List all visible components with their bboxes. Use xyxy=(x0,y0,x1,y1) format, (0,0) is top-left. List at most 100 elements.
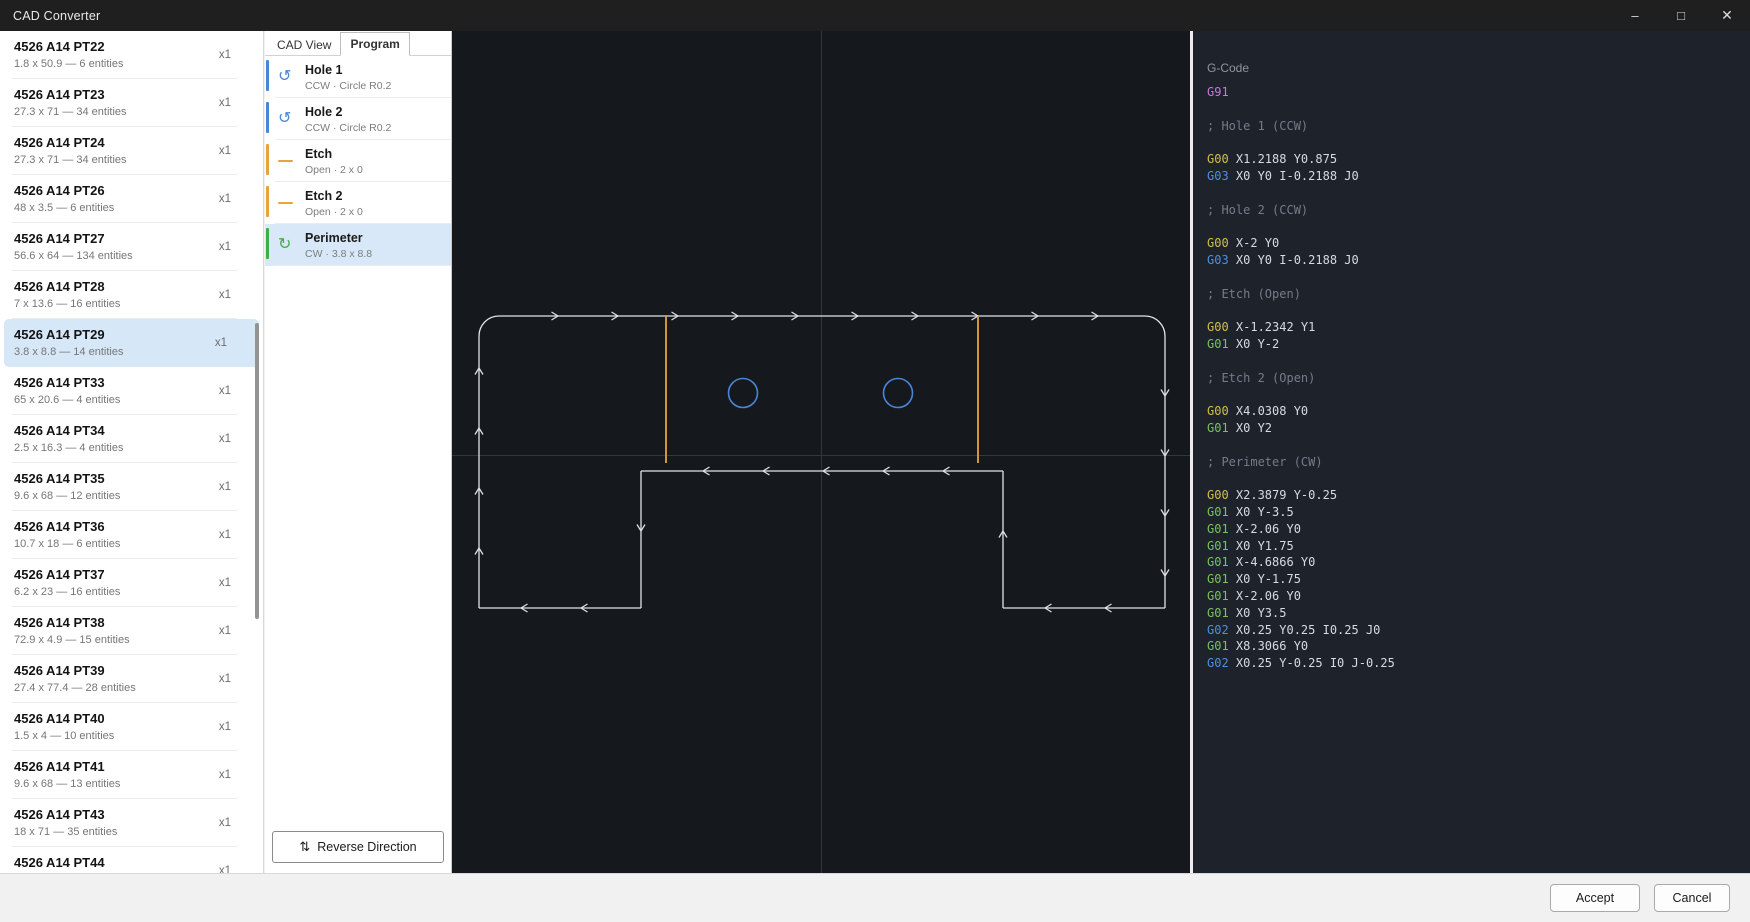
part-list-item[interactable]: 4526 A14 PT28 7 x 13.6 — 16 entities x1 xyxy=(0,271,263,319)
reverse-direction-label: Reverse Direction xyxy=(317,840,416,854)
part-list-item[interactable]: 4526 A14 PT38 72.9 x 4.9 — 15 entities x… xyxy=(0,607,263,655)
part-list-item[interactable]: 4526 A14 PT33 65 x 20.6 — 4 entities x1 xyxy=(0,367,263,415)
part-name: 4526 A14 PT28 xyxy=(14,278,251,295)
operation-item[interactable]: ↺ Hole 1 CCW · Circle R0.2 xyxy=(265,56,451,98)
part-meta: 65 x 20.6 — 4 entities xyxy=(14,393,251,408)
part-qty: x1 xyxy=(219,433,231,445)
operation-item[interactable]: Etch Open · 2 x 0 xyxy=(265,140,451,182)
part-meta: 72.9 x 4.9 — 15 entities xyxy=(14,633,251,648)
part-list-item[interactable]: 4526 A14 PT39 27.4 x 77.4 — 28 entities … xyxy=(0,655,263,703)
minimize-button[interactable]: – xyxy=(1612,0,1658,31)
program-panel: CAD View Program ↺ Hole 1 CCW · Circle R… xyxy=(265,31,452,873)
part-meta: 1.8 x 50.9 — 6 entities xyxy=(14,57,251,72)
part-name: 4526 A14 PT44 xyxy=(14,854,251,871)
part-meta: 27.3 x 71 — 34 entities xyxy=(14,153,251,168)
operation-direction-icon xyxy=(278,160,293,162)
part-name: 4526 A14 PT34 xyxy=(14,422,251,439)
parts-list: 4526 A14 PT22 1.8 x 50.9 — 6 entities x1… xyxy=(0,31,263,873)
part-name: 4526 A14 PT41 xyxy=(14,758,251,775)
operation-meta: Open · 2 x 0 xyxy=(305,205,447,219)
hole-circle-1 xyxy=(729,379,758,408)
part-list-item[interactable]: 4526 A14 PT43 18 x 71 — 35 entities x1 xyxy=(0,799,263,847)
reverse-direction-button[interactable]: ⇅ Reverse Direction xyxy=(272,831,444,863)
operation-meta: CCW · Circle R0.2 xyxy=(305,79,447,93)
operation-item[interactable]: ↻ Perimeter CW · 3.8 x 8.8 xyxy=(265,224,451,266)
part-list-item[interactable]: 4526 A14 PT24 27.3 x 71 — 34 entities x1 xyxy=(0,127,263,175)
part-name: 4526 A14 PT39 xyxy=(14,662,251,679)
operation-meta: CW · 3.8 x 8.8 xyxy=(305,247,447,261)
operation-direction-icon: ↺ xyxy=(278,111,291,127)
tab-program[interactable]: Program xyxy=(340,32,409,56)
part-list-item[interactable]: 4526 A14 PT36 10.7 x 18 — 6 entities x1 xyxy=(0,511,263,559)
part-qty: x1 xyxy=(219,49,231,61)
part-meta: 10.7 x 18 — 6 entities xyxy=(14,537,251,552)
operation-color-bar xyxy=(266,228,269,259)
tab-cad-view[interactable]: CAD View xyxy=(268,34,340,56)
part-qty: x1 xyxy=(219,97,231,109)
part-name: 4526 A14 PT38 xyxy=(14,614,251,631)
part-name: 4526 A14 PT33 xyxy=(14,374,251,391)
part-name: 4526 A14 PT35 xyxy=(14,470,251,487)
title-bar: CAD Converter – □ ✕ xyxy=(0,0,1750,31)
part-meta: 56.6 x 64 — 134 entities xyxy=(14,249,251,264)
cancel-button[interactable]: Cancel xyxy=(1654,884,1730,912)
operation-direction-icon: ↻ xyxy=(278,237,291,253)
operation-item[interactable]: Etch 2 Open · 2 x 0 xyxy=(265,182,451,224)
part-qty: x1 xyxy=(219,241,231,253)
sidebar-scrollbar[interactable] xyxy=(255,323,259,619)
operation-color-bar xyxy=(266,60,269,91)
part-meta: 1.5 x 4 — 10 entities xyxy=(14,729,251,744)
operation-direction-icon xyxy=(278,202,293,204)
part-meta: 3.8 x 8.8 — 14 entities xyxy=(14,345,247,360)
part-qty: x1 xyxy=(219,769,231,781)
part-qty: x1 xyxy=(219,673,231,685)
part-qty: x1 xyxy=(219,865,231,873)
operation-name: Hole 1 xyxy=(305,62,447,78)
cad-drawing xyxy=(452,31,1190,873)
part-name: 4526 A14 PT43 xyxy=(14,806,251,823)
operation-direction-icon: ↺ xyxy=(278,69,291,85)
part-meta: 7 x 13.6 — 16 entities xyxy=(14,297,251,312)
part-meta: 9.6 x 68 — 12 entities xyxy=(14,489,251,504)
operation-name: Hole 2 xyxy=(305,104,447,120)
accept-button[interactable]: Accept xyxy=(1550,884,1640,912)
part-qty: x1 xyxy=(219,577,231,589)
operation-meta: Open · 2 x 0 xyxy=(305,163,447,177)
part-meta: 2.5 x 16.3 — 4 entities xyxy=(14,441,251,456)
operation-item[interactable]: ↺ Hole 2 CCW · Circle R0.2 xyxy=(265,98,451,140)
close-button[interactable]: ✕ xyxy=(1704,0,1750,31)
operation-name: Etch xyxy=(305,146,447,162)
operations-list: ↺ Hole 1 CCW · Circle R0.2 ↺ Hole 2 CCW … xyxy=(265,56,451,266)
part-list-item[interactable]: 4526 A14 PT26 48 x 3.5 — 6 entities x1 xyxy=(0,175,263,223)
part-list-item[interactable]: 4526 A14 PT37 6.2 x 23 — 16 entities x1 xyxy=(0,559,263,607)
operation-color-bar xyxy=(266,102,269,133)
part-qty: x1 xyxy=(219,721,231,733)
part-list-item[interactable]: 4526 A14 PT40 1.5 x 4 — 10 entities x1 xyxy=(0,703,263,751)
part-qty: x1 xyxy=(219,289,231,301)
part-qty: x1 xyxy=(219,145,231,157)
maximize-button[interactable]: □ xyxy=(1658,0,1704,31)
part-meta: 27.3 x 71 — 34 entities xyxy=(14,105,251,120)
part-list-item[interactable]: 4526 A14 PT34 2.5 x 16.3 — 4 entities x1 xyxy=(0,415,263,463)
part-qty: x1 xyxy=(219,481,231,493)
part-qty: x1 xyxy=(219,529,231,541)
part-qty: x1 xyxy=(215,337,227,349)
part-list-item[interactable]: 4526 A14 PT29 3.8 x 8.8 — 14 entities x1 xyxy=(4,319,259,367)
part-list-item[interactable]: 4526 A14 PT41 9.6 x 68 — 13 entities x1 xyxy=(0,751,263,799)
part-meta: 27.4 x 77.4 — 28 entities xyxy=(14,681,251,696)
cad-canvas[interactable] xyxy=(452,31,1190,873)
parts-sidebar: 4526 A14 PT22 1.8 x 50.9 — 6 entities x1… xyxy=(0,31,264,873)
part-meta: 48 x 3.5 — 6 entities xyxy=(14,201,251,216)
part-meta: 6.2 x 23 — 16 entities xyxy=(14,585,251,600)
window-controls: – □ ✕ xyxy=(1612,0,1750,31)
part-list-item[interactable]: 4526 A14 PT27 56.6 x 64 — 134 entities x… xyxy=(0,223,263,271)
part-meta: 9.6 x 68 — 13 entities xyxy=(14,777,251,792)
hole-circle-2 xyxy=(884,379,913,408)
part-list-item[interactable]: 4526 A14 PT22 1.8 x 50.9 — 6 entities x1 xyxy=(0,31,263,79)
part-list-item[interactable]: 4526 A14 PT23 27.3 x 71 — 34 entities x1 xyxy=(0,79,263,127)
part-qty: x1 xyxy=(219,193,231,205)
part-list-item[interactable]: 4526 A14 PT44 x1 xyxy=(0,847,263,873)
gcode-title: G-Code xyxy=(1207,61,1750,75)
part-name: 4526 A14 PT29 xyxy=(14,326,247,343)
part-list-item[interactable]: 4526 A14 PT35 9.6 x 68 — 12 entities x1 xyxy=(0,463,263,511)
